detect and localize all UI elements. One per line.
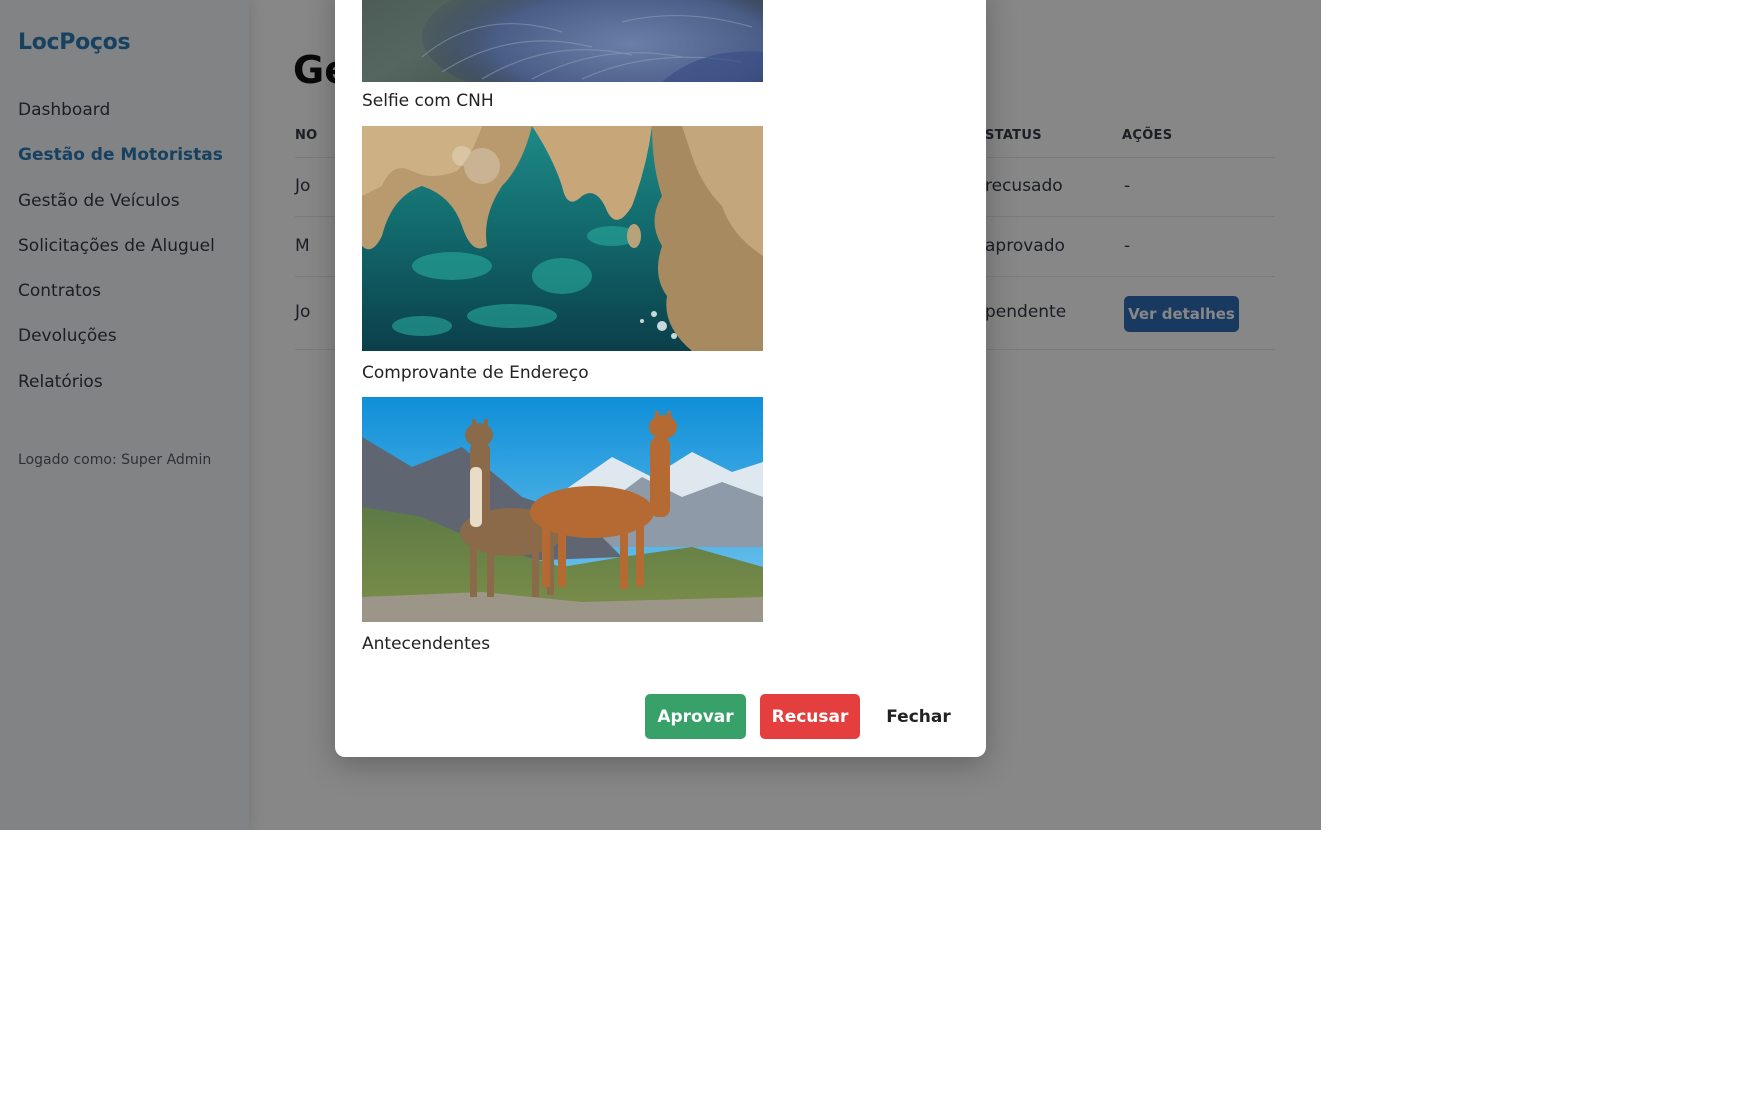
driver-documents-modal: Selfie com CNH Comprovante de Endereço A…: [335, 0, 986, 757]
reject-button[interactable]: Recusar: [760, 694, 860, 739]
selfie-cnh-image: [362, 0, 763, 82]
selfie-cnh-label: Selfie com CNH: [362, 91, 494, 111]
app-window: LocPoços Dashboard Gestão de Motoristas …: [0, 0, 1321, 830]
approve-button[interactable]: Aprovar: [645, 694, 746, 739]
comprovante-endereco-image: [362, 126, 763, 351]
close-button[interactable]: Fechar: [871, 694, 966, 739]
comprovante-endereco-label: Comprovante de Endereço: [362, 363, 589, 383]
antecedentes-image: [362, 397, 763, 622]
antecedentes-label: Antecendentes: [362, 634, 491, 654]
